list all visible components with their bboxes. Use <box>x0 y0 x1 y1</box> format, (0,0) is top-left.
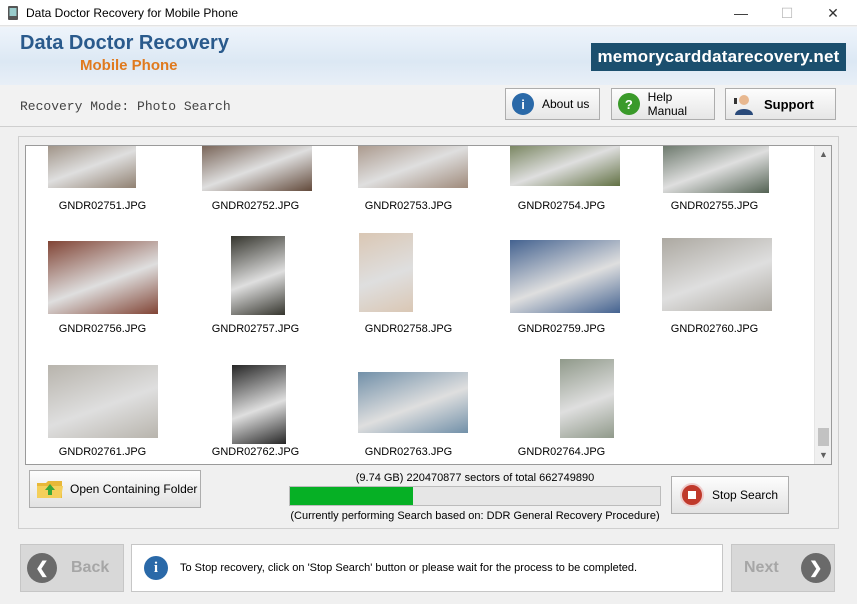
photo-thumbnail[interactable] <box>232 365 286 444</box>
toolbar: Recovery Mode: Photo Search i About us ?… <box>0 85 857 127</box>
stop-search-button[interactable]: Stop Search <box>671 476 789 514</box>
next-button[interactable]: Next ❯ <box>731 544 835 592</box>
back-arrow-icon: ❮ <box>27 553 57 583</box>
header-banner: Data Doctor Recovery Mobile Phone memory… <box>0 27 857 85</box>
photo-filename: GNDR02751.JPG <box>58 200 147 212</box>
photo-thumbnail[interactable] <box>510 240 620 313</box>
next-arrow-icon: ❯ <box>800 553 831 583</box>
photo-thumbnail[interactable] <box>663 146 769 193</box>
photo-thumbnail[interactable] <box>560 359 614 438</box>
recovery-mode-label: Recovery Mode: Photo Search <box>20 99 231 114</box>
maximize-button[interactable]: ☐ <box>764 0 810 26</box>
about-us-button[interactable]: i About us <box>505 88 600 120</box>
info-icon: i <box>512 93 534 115</box>
help-manual-label: Help Manual <box>647 90 688 118</box>
photo-filename: GNDR02762.JPG <box>211 446 300 458</box>
support-label: Support <box>764 96 814 112</box>
photo-filename: GNDR02755.JPG <box>670 200 759 212</box>
photo-filename: GNDR02759.JPG <box>517 323 606 335</box>
photo-thumbnail[interactable] <box>48 146 136 188</box>
photo-filename: GNDR02756.JPG <box>58 323 147 335</box>
help-manual-button[interactable]: ? Help Manual <box>611 88 715 120</box>
photo-filename: GNDR02760.JPG <box>670 323 759 335</box>
back-button[interactable]: ❮ Back <box>20 544 124 592</box>
folder-icon <box>37 481 63 498</box>
content-panel: GNDR02751.JPG GNDR02752.JPG GNDR02753.JPG G… <box>18 136 839 529</box>
stop-icon <box>680 483 704 507</box>
scroll-up-arrow-icon[interactable]: ▲ <box>815 146 831 163</box>
photo-filename: GNDR02764.JPG <box>517 446 606 458</box>
photo-filename: GNDR02754.JPG <box>517 200 606 212</box>
photo-filename: GNDR02757.JPG <box>211 323 300 335</box>
photo-thumbnail[interactable] <box>48 365 158 438</box>
support-person-icon <box>734 95 753 115</box>
open-containing-folder-button[interactable]: Open Containing Folder <box>29 470 201 508</box>
app-icon <box>8 6 18 20</box>
info-icon: i <box>144 556 168 580</box>
sector-stats: (9.74 GB) 220470877 sectors of total 662… <box>355 472 595 484</box>
close-button[interactable]: ✕ <box>810 0 856 26</box>
scrollbar-thumb[interactable] <box>818 428 829 446</box>
photo-thumbnail[interactable] <box>510 146 620 186</box>
website-banner: memorycarddatarecovery.net <box>591 43 846 71</box>
photo-filename: GNDR02752.JPG <box>211 200 300 212</box>
stop-search-label: Stop Search <box>712 488 779 502</box>
photo-thumbnail[interactable] <box>202 146 312 191</box>
photo-thumbnail[interactable] <box>358 372 468 433</box>
photo-thumbnail[interactable] <box>662 238 772 311</box>
progress-bar <box>289 486 661 506</box>
support-button[interactable]: Support <box>725 88 836 120</box>
photo-thumbnail[interactable] <box>231 236 285 315</box>
back-label: Back <box>71 559 110 576</box>
photo-thumbnail[interactable] <box>358 146 468 188</box>
photo-filename: GNDR02758.JPG <box>364 323 453 335</box>
info-message: To Stop recovery, click on 'Stop Search'… <box>180 562 638 574</box>
question-icon: ? <box>618 93 640 115</box>
scroll-down-arrow-icon[interactable]: ▼ <box>815 447 831 464</box>
photo-thumbnail[interactable] <box>359 233 413 312</box>
window-title: Data Doctor Recovery for Mobile Phone <box>26 6 239 20</box>
photo-filename: GNDR02763.JPG <box>364 446 453 458</box>
brand-subtitle: Mobile Phone <box>80 57 178 74</box>
photo-thumbnail[interactable] <box>48 241 158 314</box>
photo-gallery: GNDR02751.JPG GNDR02752.JPG GNDR02753.JPG G… <box>25 145 832 465</box>
info-panel: i To Stop recovery, click on 'Stop Searc… <box>131 544 723 592</box>
progress-status: (Currently performing Search based on: D… <box>290 510 660 522</box>
title-bar: Data Doctor Recovery for Mobile Phone — … <box>0 0 857 26</box>
minimize-button[interactable]: — <box>718 0 764 26</box>
progress-fill <box>290 487 414 505</box>
photo-filename: GNDR02753.JPG <box>364 200 453 212</box>
next-label: Next <box>744 559 779 576</box>
brand-title: Data Doctor Recovery <box>20 32 229 54</box>
vertical-scrollbar[interactable]: ▲ ▼ <box>814 146 831 464</box>
photo-filename: GNDR02761.JPG <box>58 446 147 458</box>
about-us-label: About us <box>542 97 590 111</box>
open-folder-label: Open Containing Folder <box>70 482 198 496</box>
